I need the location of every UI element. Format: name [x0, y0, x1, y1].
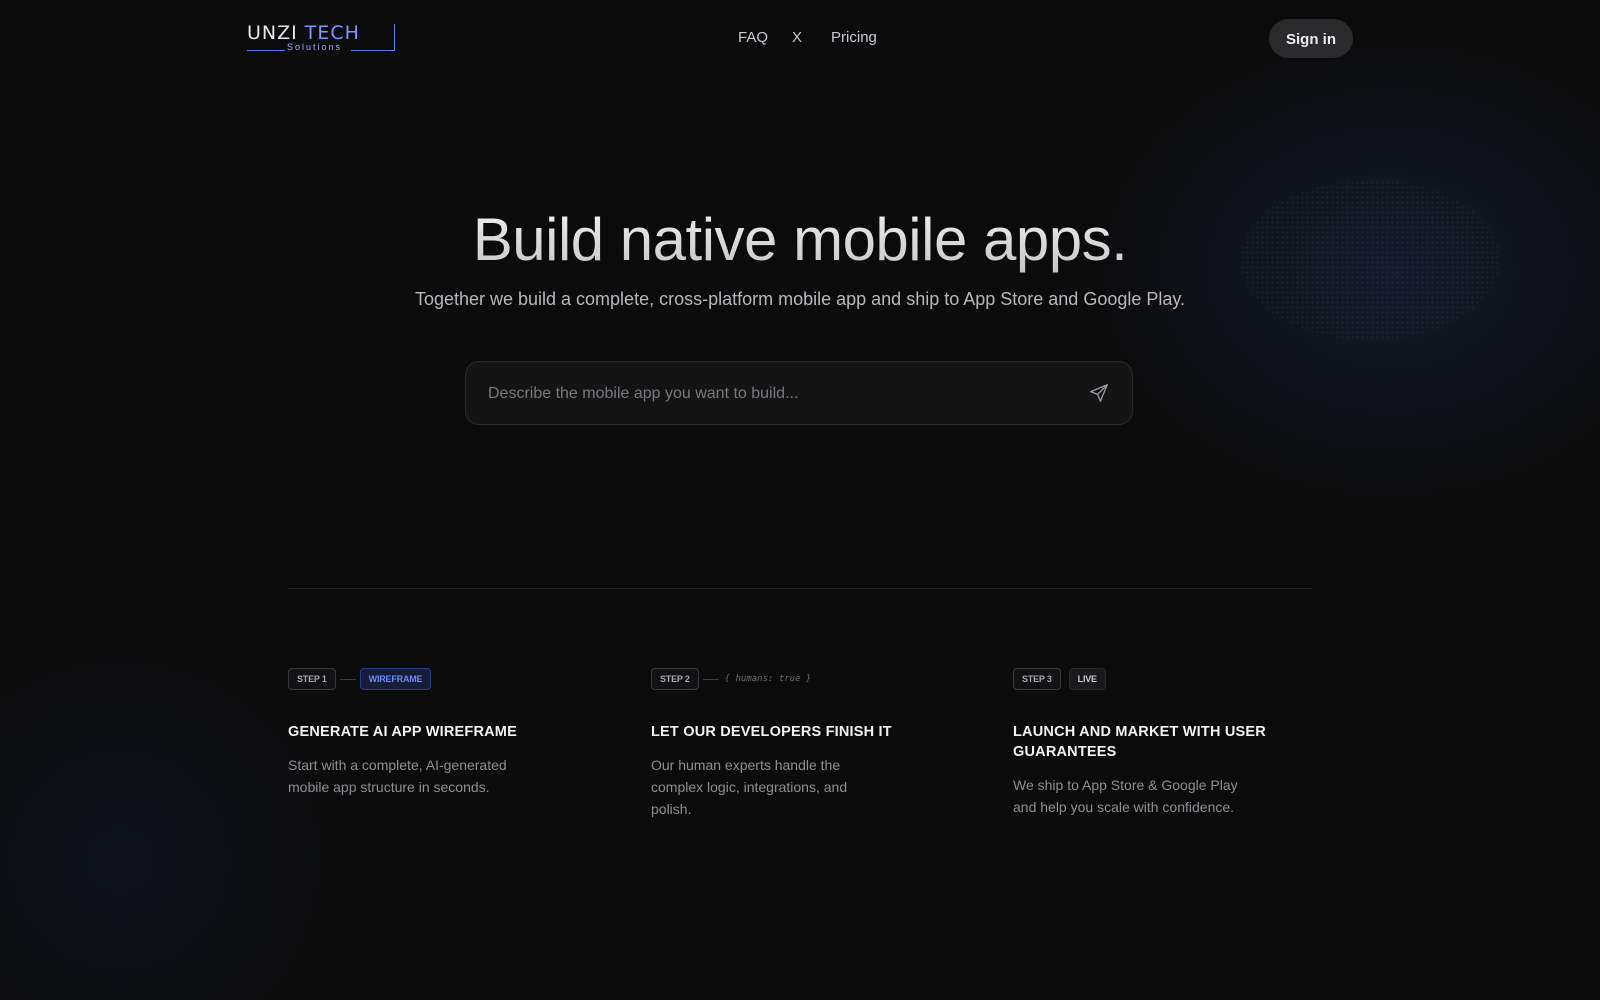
send-button[interactable]	[1088, 382, 1110, 404]
step-card-3: STEP 3 LIVE LAUNCH AND MARKET WITH USER …	[1013, 668, 1313, 818]
site-header: UNZI TECH Solutions FAQ X Pricing Sign i…	[0, 0, 1600, 76]
section-divider	[288, 588, 1312, 589]
step-title: LAUNCH AND MARKET WITH USER GUARANTEES	[1013, 724, 1266, 760]
tag-connector	[339, 678, 356, 680]
step-card-2: STEP 2 { humans: true } LET OUR DEVELOPE…	[651, 668, 951, 820]
step-description: Start with a complete, AI-generated mobi…	[288, 757, 507, 795]
nav-link-faq[interactable]: FAQ	[738, 28, 768, 48]
main-nav: FAQ X Pricing	[738, 28, 877, 48]
step-tags: STEP 2 { humans: true }	[651, 668, 951, 690]
step-title: LET OUR DEVELOPERS FINISH IT	[651, 724, 892, 740]
logo-underline-left	[247, 50, 285, 51]
tag-connector	[702, 678, 719, 680]
logo-wordmark: UNZI TECH	[247, 22, 360, 44]
brand-logo[interactable]: UNZI TECH Solutions	[247, 22, 397, 54]
logo-underline-right	[351, 50, 395, 51]
live-badge: LIVE	[1068, 668, 1106, 690]
step-description: We ship to App Store & Google Play and h…	[1013, 777, 1238, 815]
step-tags: STEP 3 LIVE	[1013, 668, 1313, 690]
step-number-badge: STEP 1	[288, 668, 336, 690]
app-description-input[interactable]	[486, 362, 1050, 426]
hero-subtitle: Together we build a complete, cross-plat…	[414, 289, 1186, 309]
step-tags: STEP 1 WIREFRAME	[288, 668, 588, 690]
sign-in-button[interactable]: Sign in	[1269, 19, 1353, 58]
wireframe-badge: WIREFRAME	[359, 668, 432, 690]
logo-subtitle: Solutions	[287, 42, 343, 52]
logo-bracket-icon	[390, 24, 395, 51]
step-number-badge: STEP 3	[1013, 668, 1061, 690]
logo-wordmark-left: UNZI	[247, 22, 298, 44]
step-number-badge: STEP 2	[651, 668, 699, 690]
step-card-1: STEP 1 WIREFRAME GENERATE AI APP WIREFRA…	[288, 668, 588, 798]
nav-link-x[interactable]: X	[792, 28, 802, 48]
step-description: Our human experts handle the complex log…	[651, 757, 848, 817]
app-prompt-box	[465, 361, 1133, 426]
send-icon	[1090, 384, 1108, 402]
hero-title: Build native mobile apps.	[0, 205, 1600, 275]
nav-link-pricing[interactable]: Pricing	[831, 28, 877, 48]
step-title: GENERATE AI APP WIREFRAME	[288, 724, 517, 740]
humans-code-note: { humans: true }	[724, 674, 812, 684]
logo-wordmark-right: TECH	[304, 22, 360, 44]
landing-page: UNZI TECH Solutions FAQ X Pricing Sign i…	[0, 0, 1600, 1000]
